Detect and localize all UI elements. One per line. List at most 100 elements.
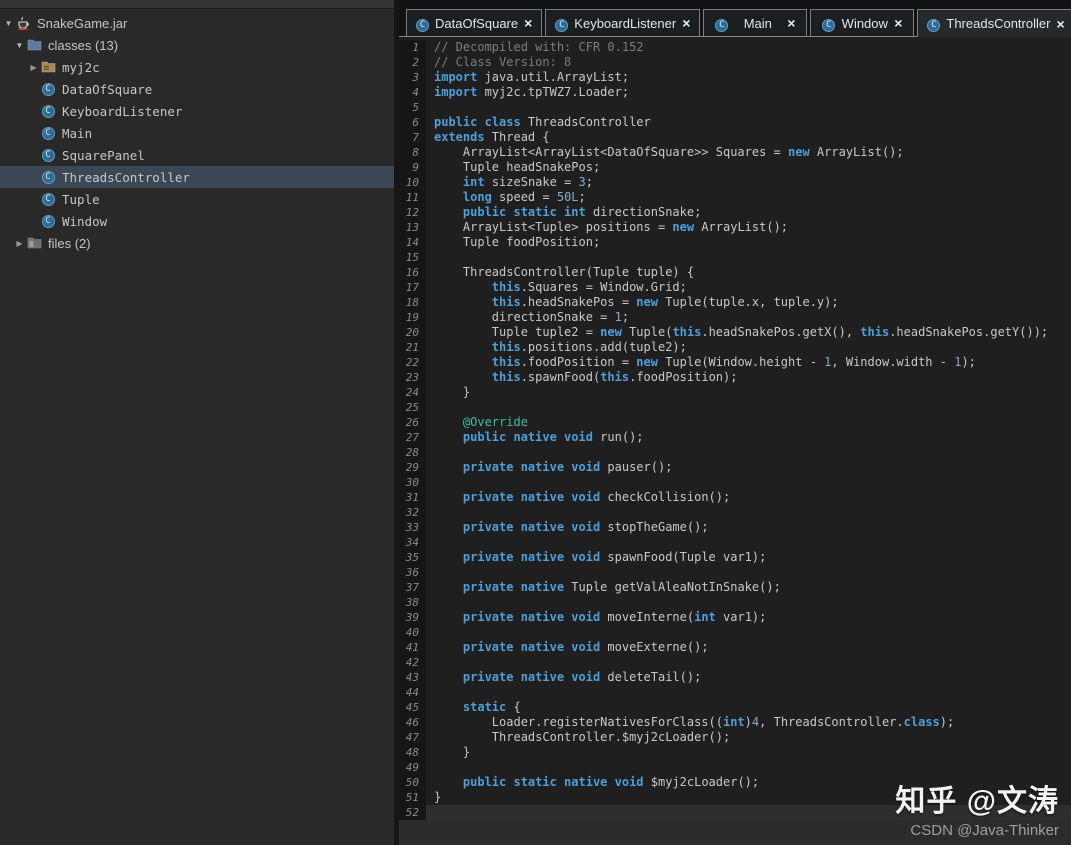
code-line[interactable]: 5 [399,100,1071,115]
code-line[interactable]: 10 int sizeSnake = 3; [399,175,1071,190]
code-line[interactable]: 4 import myj2c.tpTWZ7.Loader; [399,85,1071,100]
code-line[interactable]: 45 static { [399,700,1071,715]
code-line[interactable]: 7 extends Thread { [399,130,1071,145]
code-line[interactable]: 29 private native void pauser(); [399,460,1071,475]
class-icon: C [40,192,56,207]
code-text: import java.util.ArrayList; [434,70,630,84]
code-line[interactable]: 14 Tuple foodPosition; [399,235,1071,250]
code-line[interactable]: 44 [399,685,1071,700]
code-line[interactable]: 25 [399,400,1071,415]
code-text: this.positions.add(tuple2); [491,340,687,354]
code-line[interactable]: 36 [399,565,1071,580]
tab-close-icon[interactable]: × [1056,17,1064,31]
code-line[interactable]: 3 import java.util.ArrayList; [399,70,1071,85]
code-line[interactable]: 47 ThreadsController.$myj2cLoader(); [399,730,1071,745]
tree-item-files-2[interactable]: ▶ files (2) [0,232,394,254]
code-line[interactable]: 21 this.positions.add(tuple2); [399,340,1071,355]
code-line[interactable]: 19 directionSnake = 1; [399,310,1071,325]
code-line[interactable]: 12 public static int directionSnake; [399,205,1071,220]
code-line[interactable]: 20 Tuple tuple2 = new Tuple(this.headSna… [399,325,1071,340]
code-line[interactable]: 30 [399,475,1071,490]
code-text: private native void pauser(); [462,460,673,474]
code-line[interactable]: 16 ThreadsController(Tuple tuple) { [399,265,1071,280]
line-number: 20 [399,325,426,340]
line-number: 35 [399,550,426,565]
code-text: private native void moveInterne(int var1… [462,610,767,624]
code-line[interactable]: 33 private native void stopTheGame(); [399,520,1071,535]
tab-label: KeyboardListener [574,15,677,31]
code-line[interactable]: 49 [399,760,1071,775]
code-line[interactable]: 26 @Override [399,415,1071,430]
code-line[interactable]: 50 public static native void $myj2cLoade… [399,775,1071,790]
tree-item-snakegame-jar[interactable]: ▼ SnakeGame.jar [0,12,394,34]
code-line[interactable]: 11 long speed = 50L; [399,190,1071,205]
code-line[interactable]: 8 ArrayList<ArrayList<DataOfSquare>> Squ… [399,145,1071,160]
code-line[interactable]: 37 private native Tuple getValAleaNotInS… [399,580,1071,595]
code-line[interactable]: 31 private native void checkCollision(); [399,490,1071,505]
tree-item-label: SnakeGame.jar [37,15,128,31]
tree-item-main[interactable]: C Main [0,122,394,144]
code-line[interactable]: 51} [399,790,1071,805]
code-line[interactable]: 35 private native void spawnFood(Tuple v… [399,550,1071,565]
code-text: public native void run(); [462,430,644,444]
tree-item-threadscontroller[interactable]: C ThreadsController [0,166,394,188]
code-line[interactable]: 48 } [399,745,1071,760]
tree-item-squarepanel[interactable]: C SquarePanel [0,144,394,166]
tab-close-icon[interactable]: × [682,16,690,30]
code-line[interactable]: 1 // Decompiled with: CFR 0.152 [399,40,1071,55]
code-line[interactable]: 40 [399,625,1071,640]
tree-item-label: classes (13) [48,37,119,53]
code-line[interactable]: 17 this.Squares = Window.Grid; [399,280,1071,295]
tab-close-icon[interactable]: × [894,16,902,30]
code-line[interactable]: 13 ArrayList<Tuple> positions = new Arra… [399,220,1071,235]
chevron-down-icon[interactable]: ▼ [2,19,15,28]
tree-item-tuple[interactable]: C Tuple [0,188,394,210]
line-number: 28 [399,445,426,460]
line-number: 47 [399,730,426,745]
code-line[interactable]: 27 public native void run(); [399,430,1071,445]
code-line[interactable]: 18 this.headSnakePos = new Tuple(tuple.x… [399,295,1071,310]
code-line[interactable]: 32 [399,505,1071,520]
file-tree-panel: ▼ SnakeGame.jar ▼ classes (13) ▶ myj2c C DataOf… [0,0,394,845]
code-line[interactable]: 23 this.spawnFood(this.foodPosition); [399,370,1071,385]
code-line[interactable]: 22 this.foodPosition = new Tuple(Window.… [399,355,1071,370]
code-text: private native void deleteTail(); [462,670,702,684]
code-line[interactable]: 6 public class ThreadsController [399,115,1071,130]
code-editor[interactable]: 1 // Decompiled with: CFR 0.152 2 // Class … [399,37,1071,820]
code-line[interactable]: 43 private native void deleteTail(); [399,670,1071,685]
code-line[interactable]: 28 [399,445,1071,460]
chevron-right-icon[interactable]: ▶ [27,63,40,72]
tree-item-window[interactable]: C Window [0,210,394,232]
tab-dataofsquare[interactable]: C DataOfSquare × [406,9,543,36]
code-text: @Override [462,415,528,429]
tab-close-icon[interactable]: × [524,16,532,30]
tree-item-dataofsquare[interactable]: C DataOfSquare [0,78,394,100]
tab-keyboardlistener[interactable]: C KeyboardListener × [545,9,701,36]
code-line[interactable]: 9 Tuple headSnakePos; [399,160,1071,175]
line-number: 41 [399,640,426,655]
tree-item-keyboardlistener[interactable]: C KeyboardListener [0,100,394,122]
code-line[interactable]: 15 [399,250,1071,265]
code-line[interactable]: 52 [399,805,1071,820]
tab-window[interactable]: C Window × [810,9,915,36]
tree-item-classes-13[interactable]: ▼ classes (13) [0,34,394,56]
line-number: 3 [399,70,426,85]
chevron-right-icon[interactable]: ▶ [13,239,26,248]
code-line[interactable]: 38 [399,595,1071,610]
code-line[interactable]: 34 [399,535,1071,550]
code-line[interactable]: 41 private native void moveExterne(); [399,640,1071,655]
code-text: ArrayList<ArrayList<DataOfSquare>> Squar… [434,145,904,159]
code-text: directionSnake = 1; [434,310,630,324]
chevron-down-icon[interactable]: ▼ [13,41,26,50]
code-line[interactable]: 24 } [399,385,1071,400]
line-number: 37 [399,580,426,595]
tree-item-myj2c[interactable]: ▶ myj2c [0,56,394,78]
code-line[interactable]: 42 [399,655,1071,670]
code-line[interactable]: 39 private native void moveInterne(int v… [399,610,1071,625]
tab-main[interactable]: C Main × [703,9,808,36]
code-line[interactable]: 2 // Class Version: 8 [399,55,1071,70]
tab-close-icon[interactable]: × [787,16,795,30]
tab-threadscontroller[interactable]: C ThreadsController × [917,9,1071,37]
code-line[interactable]: 46 Loader.registerNativesForClass((int)4… [399,715,1071,730]
